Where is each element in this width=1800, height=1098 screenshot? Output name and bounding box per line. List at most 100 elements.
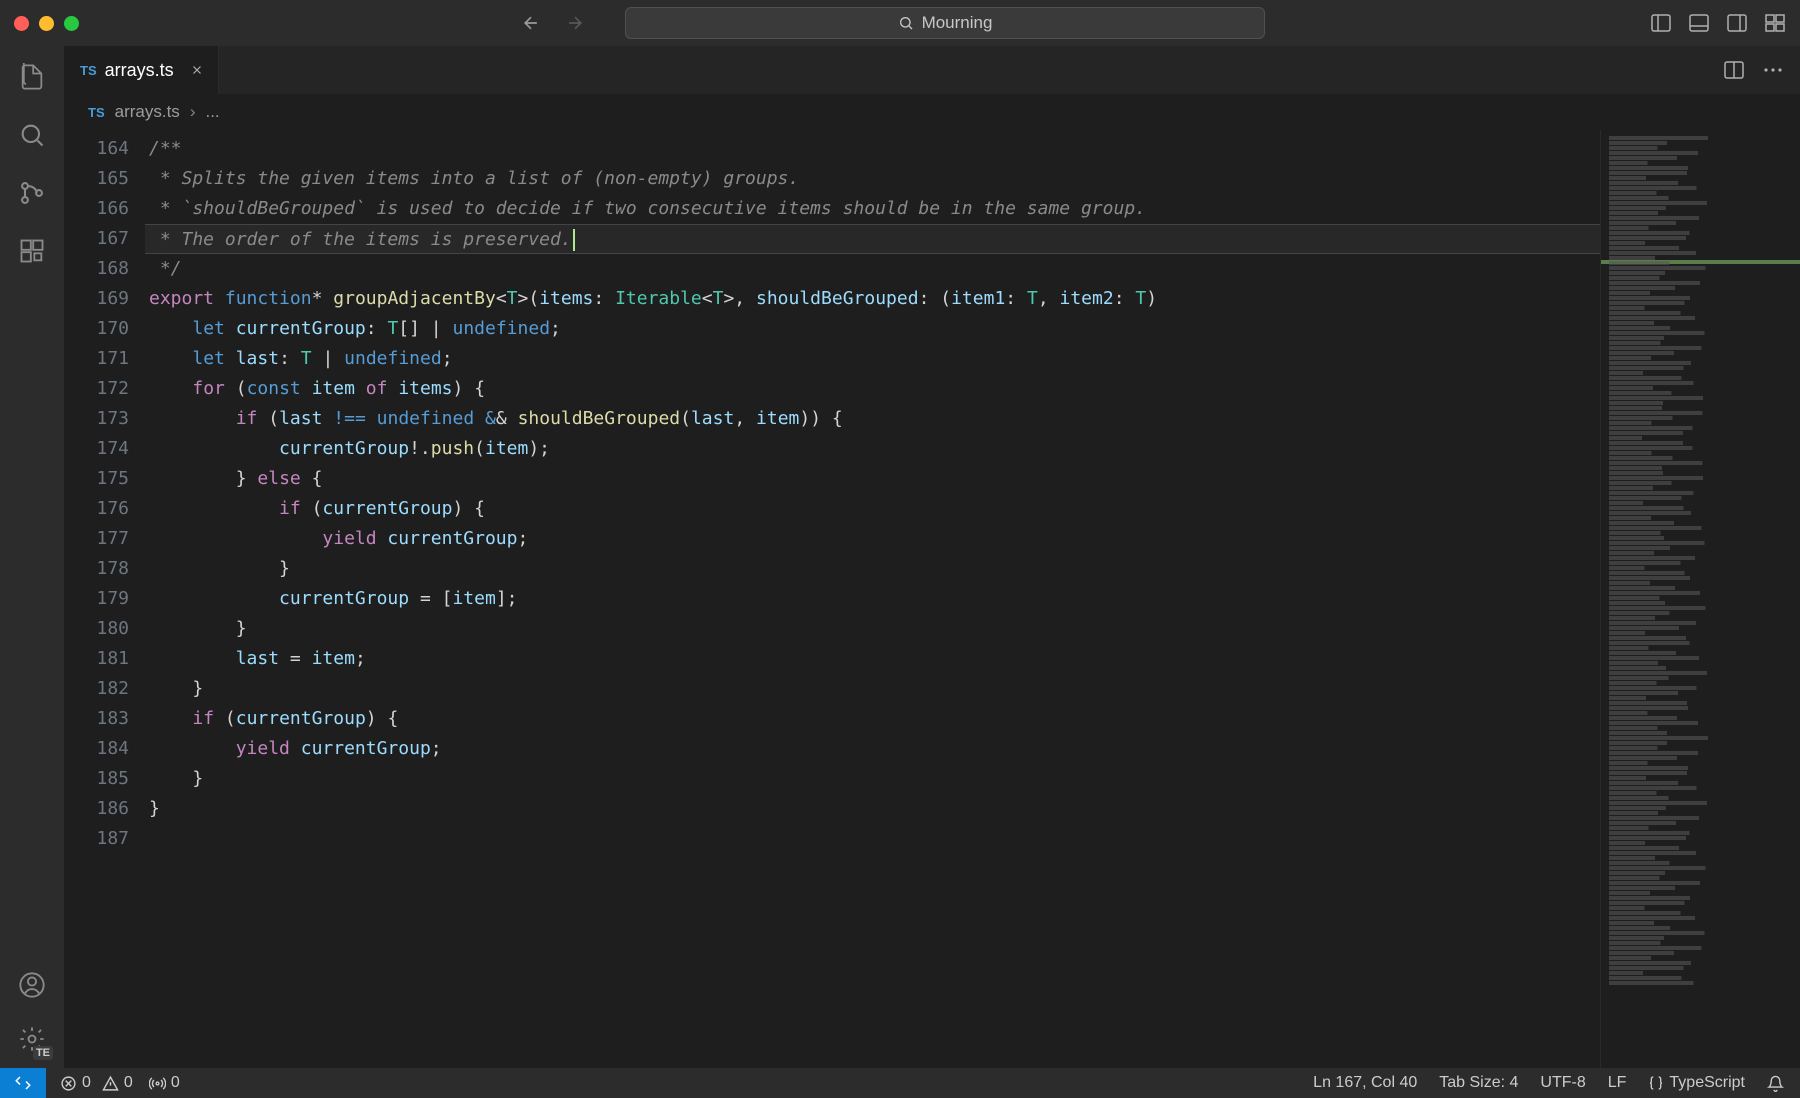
code-line[interactable]: }: [149, 674, 1600, 704]
ports-count: 0: [171, 1074, 180, 1092]
radio-tower-icon: [149, 1075, 166, 1092]
more-actions-icon[interactable]: [1764, 67, 1782, 73]
code-line[interactable]: }: [149, 794, 1600, 824]
search-icon[interactable]: [17, 120, 47, 150]
search-icon: [898, 15, 914, 31]
code-line[interactable]: }: [149, 764, 1600, 794]
code-line[interactable]: yield currentGroup;: [149, 524, 1600, 554]
window-minimize-button[interactable]: [39, 16, 54, 31]
line-number: 173: [64, 404, 129, 434]
status-right: Ln 167, Col 40 Tab Size: 4 UTF-8 LF Type…: [1313, 1074, 1800, 1092]
editor-group: TS arrays.ts TS arrays.ts › ...: [64, 46, 1800, 1068]
toggle-panel-icon[interactable]: [1688, 14, 1710, 32]
vscode-window: Mourning: [0, 0, 1800, 1098]
line-number: 182: [64, 674, 129, 704]
eol[interactable]: LF: [1608, 1074, 1627, 1092]
code-line[interactable]: }: [149, 554, 1600, 584]
line-number: 172: [64, 374, 129, 404]
code-line[interactable]: if (last !== undefined && shouldBeGroupe…: [149, 404, 1600, 434]
window-maximize-button[interactable]: [64, 16, 79, 31]
code-line[interactable]: last = item;: [149, 644, 1600, 674]
status-bar: 0 0 0 Ln 167, Col 40 Tab Size: 4 UTF-8 L…: [0, 1068, 1800, 1098]
settings-badge: TE: [33, 1046, 53, 1060]
line-number: 184: [64, 734, 129, 764]
chevron-right-icon: ›: [190, 102, 196, 122]
activity-bar: TE: [0, 46, 64, 1068]
indentation[interactable]: Tab Size: 4: [1439, 1074, 1518, 1092]
remote-indicator[interactable]: [0, 1068, 46, 1098]
code-line[interactable]: * The order of the items is preserved.: [145, 224, 1600, 254]
language-mode[interactable]: TypeScript: [1648, 1074, 1745, 1092]
ports-indicator[interactable]: 0: [149, 1074, 180, 1092]
error-icon: [60, 1075, 77, 1092]
line-number: 164: [64, 134, 129, 164]
window-close-button[interactable]: [14, 16, 29, 31]
line-number: 175: [64, 464, 129, 494]
problems-indicator[interactable]: 0 0: [60, 1074, 133, 1092]
code-line[interactable]: currentGroup = [item];: [149, 584, 1600, 614]
toggle-primary-sidebar-icon[interactable]: [1650, 14, 1672, 32]
line-number: 180: [64, 614, 129, 644]
command-center-title: Mourning: [922, 13, 993, 33]
settings-gear-icon[interactable]: TE: [17, 1024, 47, 1054]
encoding[interactable]: UTF-8: [1540, 1074, 1585, 1092]
nav-arrows: [521, 13, 585, 33]
toggle-secondary-sidebar-icon[interactable]: [1726, 14, 1748, 32]
code-line[interactable]: [149, 824, 1600, 854]
code-line[interactable]: export function* groupAdjacentBy<T>(item…: [149, 284, 1600, 314]
warning-icon: [102, 1075, 119, 1092]
layout-controls: [1650, 14, 1786, 32]
command-center[interactable]: Mourning: [625, 7, 1265, 39]
line-number: 169: [64, 284, 129, 314]
notifications-icon[interactable]: [1767, 1075, 1784, 1092]
line-number: 183: [64, 704, 129, 734]
minimap[interactable]: [1600, 130, 1800, 1068]
extensions-icon[interactable]: [17, 236, 47, 266]
line-number: 176: [64, 494, 129, 524]
code-content[interactable]: /** * Splits the given items into a list…: [149, 130, 1600, 1068]
line-number: 165: [64, 164, 129, 194]
status-left: 0 0 0: [46, 1074, 180, 1092]
code-line[interactable]: } else {: [149, 464, 1600, 494]
code-line[interactable]: currentGroup!.push(item);: [149, 434, 1600, 464]
code-line[interactable]: /**: [149, 134, 1600, 164]
customize-layout-icon[interactable]: [1764, 14, 1786, 32]
ts-file-icon: TS: [88, 105, 105, 120]
breadcrumb[interactable]: TS arrays.ts › ...: [64, 94, 1800, 130]
accounts-icon[interactable]: [17, 970, 47, 1000]
editor-body: 1641651661671681691701711721731741751761…: [64, 130, 1800, 1068]
line-number: 177: [64, 524, 129, 554]
breadcrumb-rest: ...: [205, 102, 219, 122]
line-number: 167: [64, 224, 129, 254]
text-cursor: [573, 229, 575, 251]
code-line[interactable]: if (currentGroup) {: [149, 704, 1600, 734]
code-line[interactable]: for (const item of items) {: [149, 374, 1600, 404]
cursor-position[interactable]: Ln 167, Col 40: [1313, 1074, 1417, 1092]
window-controls: [14, 16, 79, 31]
tab-bar: TS arrays.ts: [64, 46, 1800, 94]
code-line[interactable]: }: [149, 614, 1600, 644]
nav-forward-button[interactable]: [565, 13, 585, 33]
breadcrumb-filename: arrays.ts: [115, 102, 180, 122]
code-line[interactable]: * `shouldBeGrouped` is used to decide if…: [149, 194, 1600, 224]
nav-back-button[interactable]: [521, 13, 541, 33]
code-line[interactable]: let last: T | undefined;: [149, 344, 1600, 374]
code-line[interactable]: * Splits the given items into a list of …: [149, 164, 1600, 194]
source-control-icon[interactable]: [17, 178, 47, 208]
warning-count: 0: [124, 1074, 133, 1092]
explorer-icon[interactable]: [17, 62, 47, 92]
code-line[interactable]: if (currentGroup) {: [149, 494, 1600, 524]
line-number: 170: [64, 314, 129, 344]
close-tab-icon[interactable]: [190, 63, 204, 77]
editor-scroll[interactable]: 1641651661671681691701711721731741751761…: [64, 130, 1600, 1068]
main-area: TE TS arrays.ts TS: [0, 46, 1800, 1068]
code-line[interactable]: yield currentGroup;: [149, 734, 1600, 764]
line-number: 179: [64, 584, 129, 614]
code-line[interactable]: let currentGroup: T[] | undefined;: [149, 314, 1600, 344]
line-number: 181: [64, 644, 129, 674]
code-line[interactable]: */: [149, 254, 1600, 284]
titlebar: Mourning: [0, 0, 1800, 46]
line-number: 178: [64, 554, 129, 584]
tab-arrays-ts[interactable]: TS arrays.ts: [64, 46, 219, 94]
split-editor-icon[interactable]: [1724, 61, 1744, 79]
